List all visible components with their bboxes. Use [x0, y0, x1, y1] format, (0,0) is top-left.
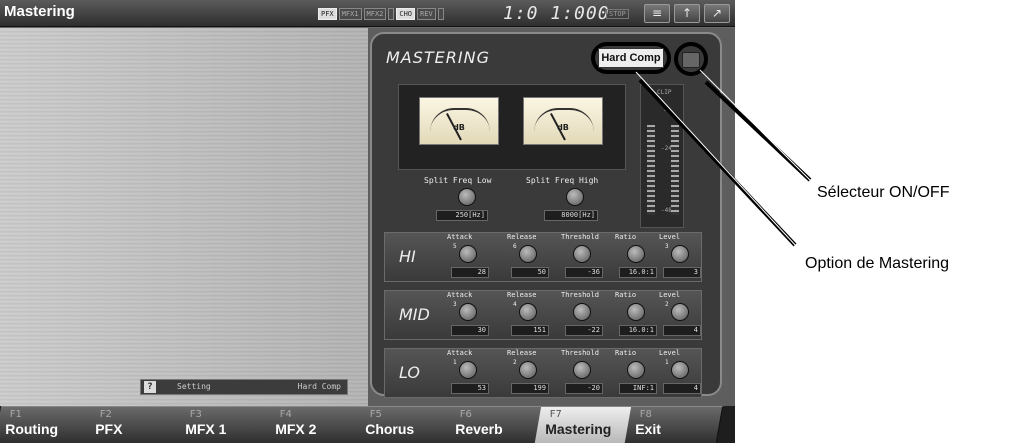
callout-onoff: Sélecteur ON/OFF: [817, 184, 950, 201]
callout-option: Option de Mastering: [805, 255, 950, 272]
callout-lines: [635, 69, 813, 248]
